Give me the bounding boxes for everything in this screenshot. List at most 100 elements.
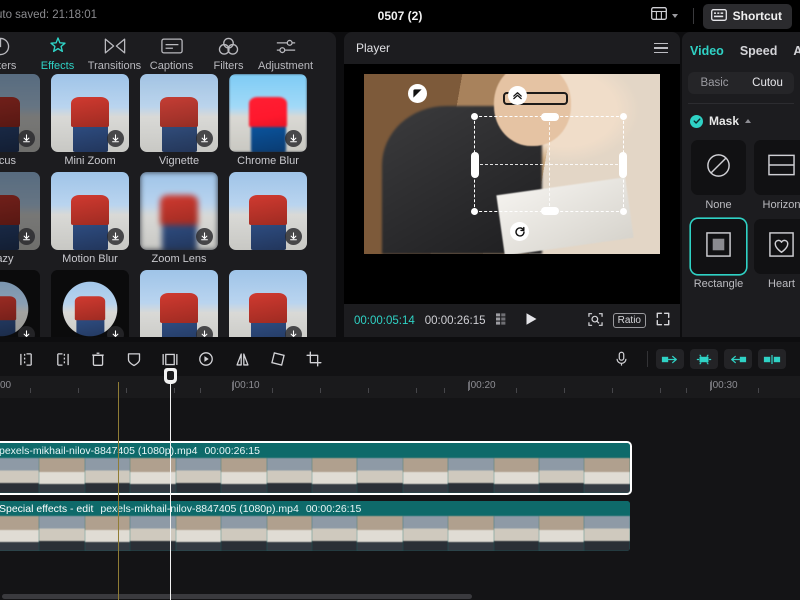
mask-handle-tr[interactable] <box>620 113 627 120</box>
snapshot-icon[interactable] <box>587 312 603 330</box>
timeline-clip-video[interactable]: pexels-mikhail-nilov-8847405 (1080p).mp4… <box>0 443 630 493</box>
timeline-playhead[interactable] <box>164 368 177 600</box>
effect-item[interactable]: Mini Zoom <box>51 74 129 167</box>
effect-item[interactable]: Fisheye <box>140 270 218 337</box>
effect-thumbnail[interactable] <box>0 172 40 250</box>
mask-enabled-checkbox[interactable] <box>690 114 703 128</box>
mask-option-thumb[interactable] <box>691 219 746 274</box>
mask-option-thumb[interactable] <box>754 140 800 195</box>
mask-handle-bottom[interactable] <box>541 207 559 215</box>
video-preview[interactable] <box>364 74 660 254</box>
mask-rectangle-overlay[interactable] <box>471 113 627 215</box>
timeline-clip-effects[interactable]: Special effects - edit pexels-mikhail-ni… <box>0 501 630 551</box>
timeline-horizontal-scrollbar[interactable] <box>0 593 800 600</box>
effect-thumbnail[interactable] <box>51 74 129 152</box>
effect-thumbnail[interactable] <box>140 172 218 250</box>
mask-option-rectangle[interactable]: Rectangle <box>691 219 746 290</box>
subtab-cutout[interactable]: Cutou <box>741 77 794 89</box>
subtab-basic[interactable]: Basic <box>688 77 741 89</box>
download-icon[interactable] <box>18 228 35 245</box>
effect-item[interactable] <box>229 270 307 337</box>
tab-transitions[interactable]: Transitions <box>86 32 143 72</box>
split-left-icon[interactable] <box>8 342 44 376</box>
tab-video[interactable]: Video <box>690 44 724 58</box>
ratio-button[interactable]: Ratio <box>612 313 646 328</box>
play-icon[interactable] <box>525 312 538 329</box>
effect-thumbnail[interactable] <box>0 74 40 152</box>
tab-effects[interactable]: Effects <box>29 32 86 72</box>
split-center-icon[interactable] <box>758 349 786 369</box>
mask-option-horizontal[interactable]: Horizon <box>754 140 800 211</box>
effect-item[interactable]: Motion Blur <box>51 172 129 265</box>
tab-adjustment[interactable]: Adjustment <box>257 32 314 72</box>
mask-handle-bl[interactable] <box>471 208 478 215</box>
shortcut-button[interactable]: Shortcut <box>702 3 792 29</box>
download-icon[interactable] <box>107 130 124 147</box>
download-icon[interactable] <box>285 228 302 245</box>
timeline-ruler[interactable]: 00 |00:10 |00:20 |00:30 <box>0 376 800 398</box>
keyboard-icon <box>710 8 727 24</box>
tab-audio[interactable]: A <box>793 44 800 58</box>
effect-thumbnail[interactable] <box>229 172 307 250</box>
trim-start-icon[interactable] <box>656 349 684 369</box>
shield-icon[interactable] <box>116 342 152 376</box>
effect-thumbnail[interactable] <box>229 270 307 337</box>
download-icon[interactable] <box>107 228 124 245</box>
effect-thumbnail[interactable] <box>140 270 218 337</box>
effect-thumbnail[interactable] <box>0 270 40 337</box>
rotate-icon[interactable] <box>510 222 529 241</box>
effect-thumbnail[interactable] <box>51 172 129 250</box>
mask-handle-br[interactable] <box>620 208 627 215</box>
tab-captions[interactable]: Captions <box>143 32 200 72</box>
tab-stickers[interactable]: tickers <box>0 32 29 72</box>
mask-option-thumb[interactable] <box>754 219 800 274</box>
grid-icon[interactable] <box>495 313 511 328</box>
download-icon[interactable] <box>196 130 213 147</box>
effect-item[interactable]: Vignette <box>140 74 218 167</box>
playhead-knob[interactable] <box>164 368 177 384</box>
trim-end-icon[interactable] <box>724 349 752 369</box>
download-icon[interactable] <box>18 130 35 147</box>
mask-option-none[interactable]: None <box>691 140 746 211</box>
effect-thumbnail[interactable] <box>51 270 129 337</box>
zoom-fit-icon[interactable] <box>690 349 718 369</box>
effect-item[interactable]: Chrome Blur <box>229 74 307 167</box>
microphone-icon[interactable] <box>603 342 639 376</box>
effect-item[interactable]: Zoom Lens <box>140 172 218 265</box>
effect-item[interactable]: Fisheye III <box>51 270 129 337</box>
rotate-crop-icon[interactable] <box>260 342 296 376</box>
effect-thumbnail[interactable] <box>229 74 307 152</box>
crop-icon[interactable] <box>296 342 332 376</box>
mask-handle-tl[interactable] <box>471 113 478 120</box>
mask-option-heart[interactable]: Heart <box>754 219 800 290</box>
hamburger-icon[interactable] <box>654 42 668 54</box>
delete-icon[interactable] <box>80 342 116 376</box>
effect-item[interactable]: Focus <box>0 74 40 167</box>
download-icon[interactable] <box>285 130 302 147</box>
caret-up-icon[interactable] <box>745 119 752 123</box>
mirror-icon[interactable] <box>224 342 260 376</box>
effect-thumbnail[interactable] <box>140 74 218 152</box>
mask-handle-left[interactable] <box>471 152 479 178</box>
fullscreen-icon[interactable] <box>656 312 670 329</box>
split-right-icon[interactable] <box>44 342 80 376</box>
feather-chevron-icon[interactable] <box>508 86 527 105</box>
effect-item[interactable]: Fisheye 4 <box>0 270 40 337</box>
effect-item[interactable] <box>229 172 307 265</box>
reverse-icon[interactable] <box>188 342 224 376</box>
scrollbar-thumb[interactable] <box>2 594 472 599</box>
crop-corner-icon[interactable] <box>408 84 427 103</box>
tab-filters[interactable]: Filters <box>200 32 257 72</box>
download-icon[interactable] <box>107 326 124 337</box>
mask-handle-top[interactable] <box>541 113 559 121</box>
layout-switch-button[interactable] <box>645 3 684 29</box>
download-icon[interactable] <box>18 326 35 337</box>
timeline-tracks[interactable]: pexels-mikhail-nilov-8847405 (1080p).mp4… <box>0 398 800 600</box>
mask-handle-right[interactable] <box>619 152 627 178</box>
download-icon[interactable] <box>196 228 213 245</box>
effect-item[interactable]: Hazy <box>0 172 40 265</box>
download-icon[interactable] <box>285 326 302 337</box>
tab-speed[interactable]: Speed <box>740 44 778 58</box>
download-icon[interactable] <box>196 326 213 337</box>
mask-option-thumb[interactable] <box>691 140 746 195</box>
